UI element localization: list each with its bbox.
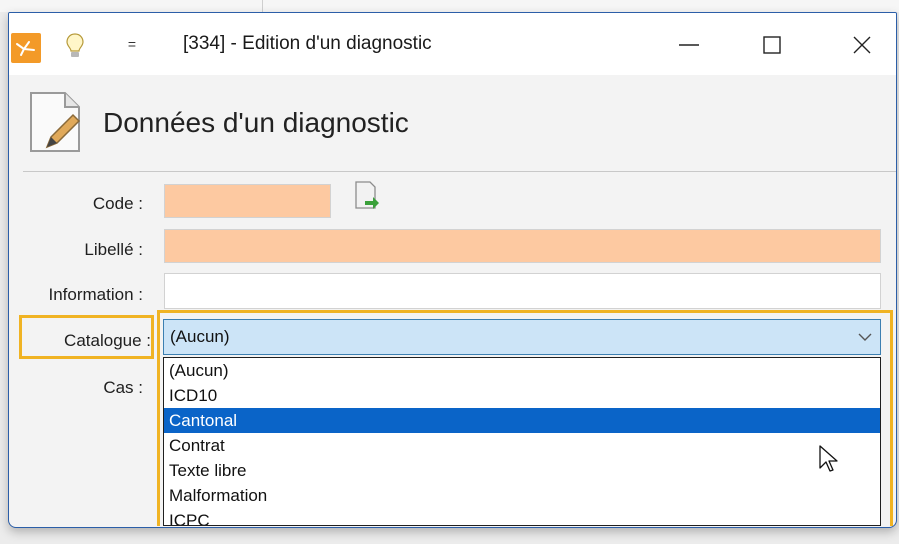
maximize-button[interactable] bbox=[749, 23, 795, 67]
quick-access-icon[interactable]: = bbox=[125, 31, 139, 57]
lightbulb-icon[interactable] bbox=[64, 31, 86, 61]
close-icon bbox=[853, 36, 871, 54]
mouse-cursor-icon bbox=[819, 445, 838, 472]
catalogue-selected-value: (Aucun) bbox=[170, 327, 230, 346]
information-label: Information : bbox=[48, 285, 144, 304]
dropdown-option[interactable]: ICPC bbox=[164, 508, 880, 525]
catalogue-select[interactable]: (Aucun) bbox=[163, 319, 881, 355]
libelle-input[interactable] bbox=[164, 229, 881, 263]
background-divider bbox=[262, 0, 263, 12]
dialog-header: Données d'un diagnostic bbox=[9, 75, 896, 171]
cas-label: Cas : bbox=[103, 378, 143, 397]
information-input[interactable] bbox=[164, 273, 881, 309]
libelle-label: Libellé : bbox=[84, 240, 143, 259]
close-button[interactable] bbox=[839, 23, 885, 67]
code-input[interactable] bbox=[164, 184, 331, 218]
catalogue-dropdown-list[interactable]: (Aucun) ICD10 Cantonal Contrat Texte lib… bbox=[163, 357, 881, 526]
catalogue-label: Catalogue : bbox=[64, 331, 151, 350]
dropdown-option[interactable]: Texte libre bbox=[164, 458, 880, 483]
header-divider bbox=[23, 171, 896, 172]
code-label: Code : bbox=[92, 194, 143, 213]
page-title: Données d'un diagnostic bbox=[103, 107, 409, 138]
window-title: [334] - Edition d'un diagnostic bbox=[183, 33, 432, 54]
dropdown-option[interactable]: ICD10 bbox=[164, 383, 880, 408]
dropdown-option[interactable]: Contrat bbox=[164, 433, 880, 458]
dropdown-option[interactable]: (Aucun) bbox=[164, 358, 880, 383]
dropdown-option-selected[interactable]: Cantonal bbox=[164, 408, 880, 433]
generate-code-icon[interactable] bbox=[353, 180, 381, 212]
minimize-button[interactable] bbox=[666, 23, 712, 67]
maximize-icon bbox=[763, 36, 781, 54]
minimize-icon bbox=[679, 44, 699, 46]
background-window bbox=[0, 0, 899, 12]
chevron-down-icon[interactable] bbox=[858, 332, 872, 342]
app-icon[interactable] bbox=[11, 33, 41, 63]
title-bar[interactable]: = [334] - Edition d'un diagnostic bbox=[9, 13, 896, 75]
document-edit-icon bbox=[30, 92, 81, 152]
dropdown-option[interactable]: Malformation bbox=[164, 483, 880, 508]
